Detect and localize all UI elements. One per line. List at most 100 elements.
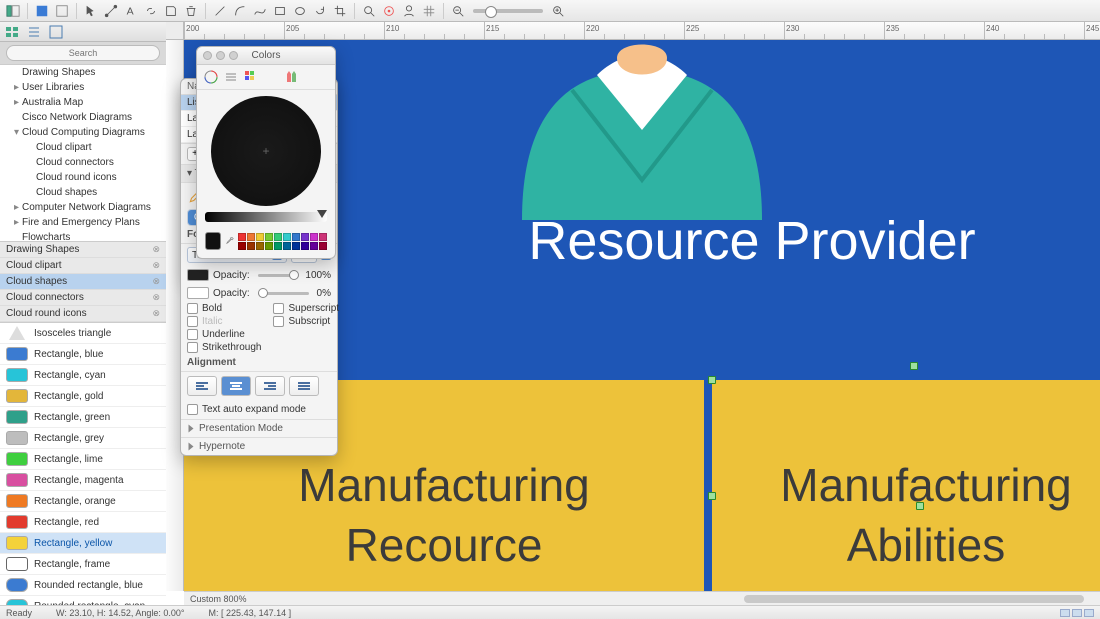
shape-item[interactable]: Rectangle, green (0, 407, 166, 428)
shape-item[interactable]: Rectangle, gold (0, 386, 166, 407)
mini-swatch[interactable] (283, 233, 291, 241)
zoom-in-icon[interactable] (549, 2, 567, 20)
close-icon[interactable]: ⊗ (152, 308, 160, 319)
opacity-slider-1[interactable] (258, 274, 298, 277)
mini-swatch[interactable] (292, 242, 300, 250)
zoom-out-icon[interactable] (449, 2, 467, 20)
text-tool-icon[interactable]: A (122, 2, 140, 20)
mini-swatch[interactable] (265, 242, 273, 250)
mini-swatch[interactable] (301, 242, 309, 250)
tree-item[interactable]: Cloud round icons (0, 170, 166, 185)
shape-item[interactable]: Rectangle, cyan (0, 365, 166, 386)
connector-icon[interactable] (102, 2, 120, 20)
chk-sub[interactable] (273, 316, 284, 327)
shape-item[interactable]: Rectangle, grey (0, 428, 166, 449)
align-left-button[interactable] (187, 376, 217, 396)
align-right-button[interactable] (255, 376, 285, 396)
library-search-input[interactable] (6, 45, 160, 61)
mini-swatch[interactable] (247, 233, 255, 241)
selection-handle[interactable] (708, 376, 716, 384)
shape-item[interactable]: Rectangle, frame (0, 554, 166, 575)
mini-swatch[interactable] (256, 242, 264, 250)
tree-item[interactable]: Cisco Network Diagrams (0, 110, 166, 125)
tree-item[interactable]: Cloud clipart (0, 140, 166, 155)
arc-icon[interactable] (231, 2, 249, 20)
library-row[interactable]: Cloud round icons⊗ (0, 306, 166, 322)
ellipse-tool-icon[interactable] (291, 2, 309, 20)
view-outline-icon[interactable] (53, 2, 71, 20)
user-icon[interactable] (400, 2, 418, 20)
mini-swatch[interactable] (256, 233, 264, 241)
mini-swatch[interactable] (310, 233, 318, 241)
current-color-swatch[interactable] (205, 232, 221, 250)
mini-swatch[interactable] (265, 233, 273, 241)
status-view-buttons[interactable] (1060, 609, 1094, 617)
mini-swatch[interactable] (274, 233, 282, 241)
horizontal-scrollbar[interactable]: Custom 800% (184, 591, 1100, 605)
align-justify-button[interactable] (289, 376, 319, 396)
close-icon[interactable]: ⊗ (152, 292, 160, 303)
selection-handle[interactable] (910, 362, 918, 370)
mini-swatch[interactable] (238, 242, 246, 250)
chain-icon[interactable] (142, 2, 160, 20)
tree-item[interactable]: ▸Fire and Emergency Plans (0, 215, 166, 230)
chk-super[interactable] (273, 303, 284, 314)
scrollbar-thumb[interactable] (744, 595, 1084, 603)
open-libraries-list[interactable]: Drawing Shapes⊗Cloud clipart⊗Cloud shape… (0, 242, 166, 323)
palette-tab-icon[interactable] (243, 69, 259, 85)
chk-bold[interactable] (187, 303, 198, 314)
selection-handle[interactable] (708, 492, 716, 500)
color-swatch-grid[interactable] (238, 233, 327, 250)
color-wheel[interactable] (211, 96, 321, 206)
brightness-slider[interactable] (205, 212, 327, 222)
line-icon[interactable] (211, 2, 229, 20)
shape-item[interactable]: Rectangle, orange (0, 491, 166, 512)
tree-item[interactable]: ▾Cloud Computing Diagrams (0, 125, 166, 140)
colors-panel[interactable]: Colors (196, 46, 336, 259)
spectrum-tab-icon[interactable] (263, 69, 279, 85)
chk-strike[interactable] (187, 342, 198, 353)
library-row[interactable]: Cloud connectors⊗ (0, 290, 166, 306)
grid-icon[interactable] (420, 2, 438, 20)
shape-item[interactable]: Rounded rectangle, cyan (0, 596, 166, 605)
shape-item[interactable]: Isosceles triangle (0, 323, 166, 344)
library-row[interactable]: Drawing Shapes⊗ (0, 242, 166, 258)
mini-swatch[interactable] (319, 242, 327, 250)
lib-list-icon[interactable] (48, 24, 64, 40)
close-icon[interactable]: ⊗ (152, 276, 160, 287)
mini-swatch[interactable] (283, 242, 291, 250)
library-tree[interactable]: Drawing Shapes▸User Libraries▸Australia … (0, 64, 166, 242)
tree-item[interactable]: Cloud shapes (0, 185, 166, 200)
rect-tool-icon[interactable] (271, 2, 289, 20)
presentation-mode-row[interactable]: Presentation Mode (181, 419, 337, 437)
mini-swatch[interactable] (301, 233, 309, 241)
mini-swatch[interactable] (310, 242, 318, 250)
tree-item[interactable]: Flowcharts (0, 230, 166, 242)
spline-icon[interactable] (251, 2, 269, 20)
shape-item[interactable]: Rounded rectangle, blue (0, 575, 166, 596)
chk-italic[interactable] (187, 316, 198, 327)
snap-icon[interactable] (380, 2, 398, 20)
box-manufacturing-abilities[interactable]: Manufacturing Abilities (712, 380, 1100, 591)
mini-swatch[interactable] (292, 233, 300, 241)
opacity-slider-2[interactable] (258, 292, 309, 295)
tree-item[interactable]: ▸Computer Network Diagrams (0, 200, 166, 215)
mini-swatch[interactable] (274, 242, 282, 250)
crop-icon[interactable] (331, 2, 349, 20)
shapes-palette[interactable]: Isosceles triangleRectangle, blueRectang… (0, 323, 166, 605)
stroke-swatch[interactable] (187, 287, 209, 299)
lib-grid-icon[interactable] (26, 24, 42, 40)
shape-item[interactable]: Rectangle, lime (0, 449, 166, 470)
tree-item[interactable]: ▸User Libraries (0, 80, 166, 95)
lib-toggle-icon[interactable] (4, 2, 22, 20)
fill-swatch[interactable] (187, 269, 209, 281)
pointer-icon[interactable] (82, 2, 100, 20)
shape-item[interactable]: Rectangle, red (0, 512, 166, 533)
note-icon[interactable] (162, 2, 180, 20)
chk-underline[interactable] (187, 329, 198, 340)
crayons-tab-icon[interactable] (283, 69, 299, 85)
rotate-icon[interactable] (311, 2, 329, 20)
selection-handle[interactable] (916, 502, 924, 510)
zoom-slider[interactable] (473, 9, 543, 13)
shape-item[interactable]: Rectangle, magenta (0, 470, 166, 491)
